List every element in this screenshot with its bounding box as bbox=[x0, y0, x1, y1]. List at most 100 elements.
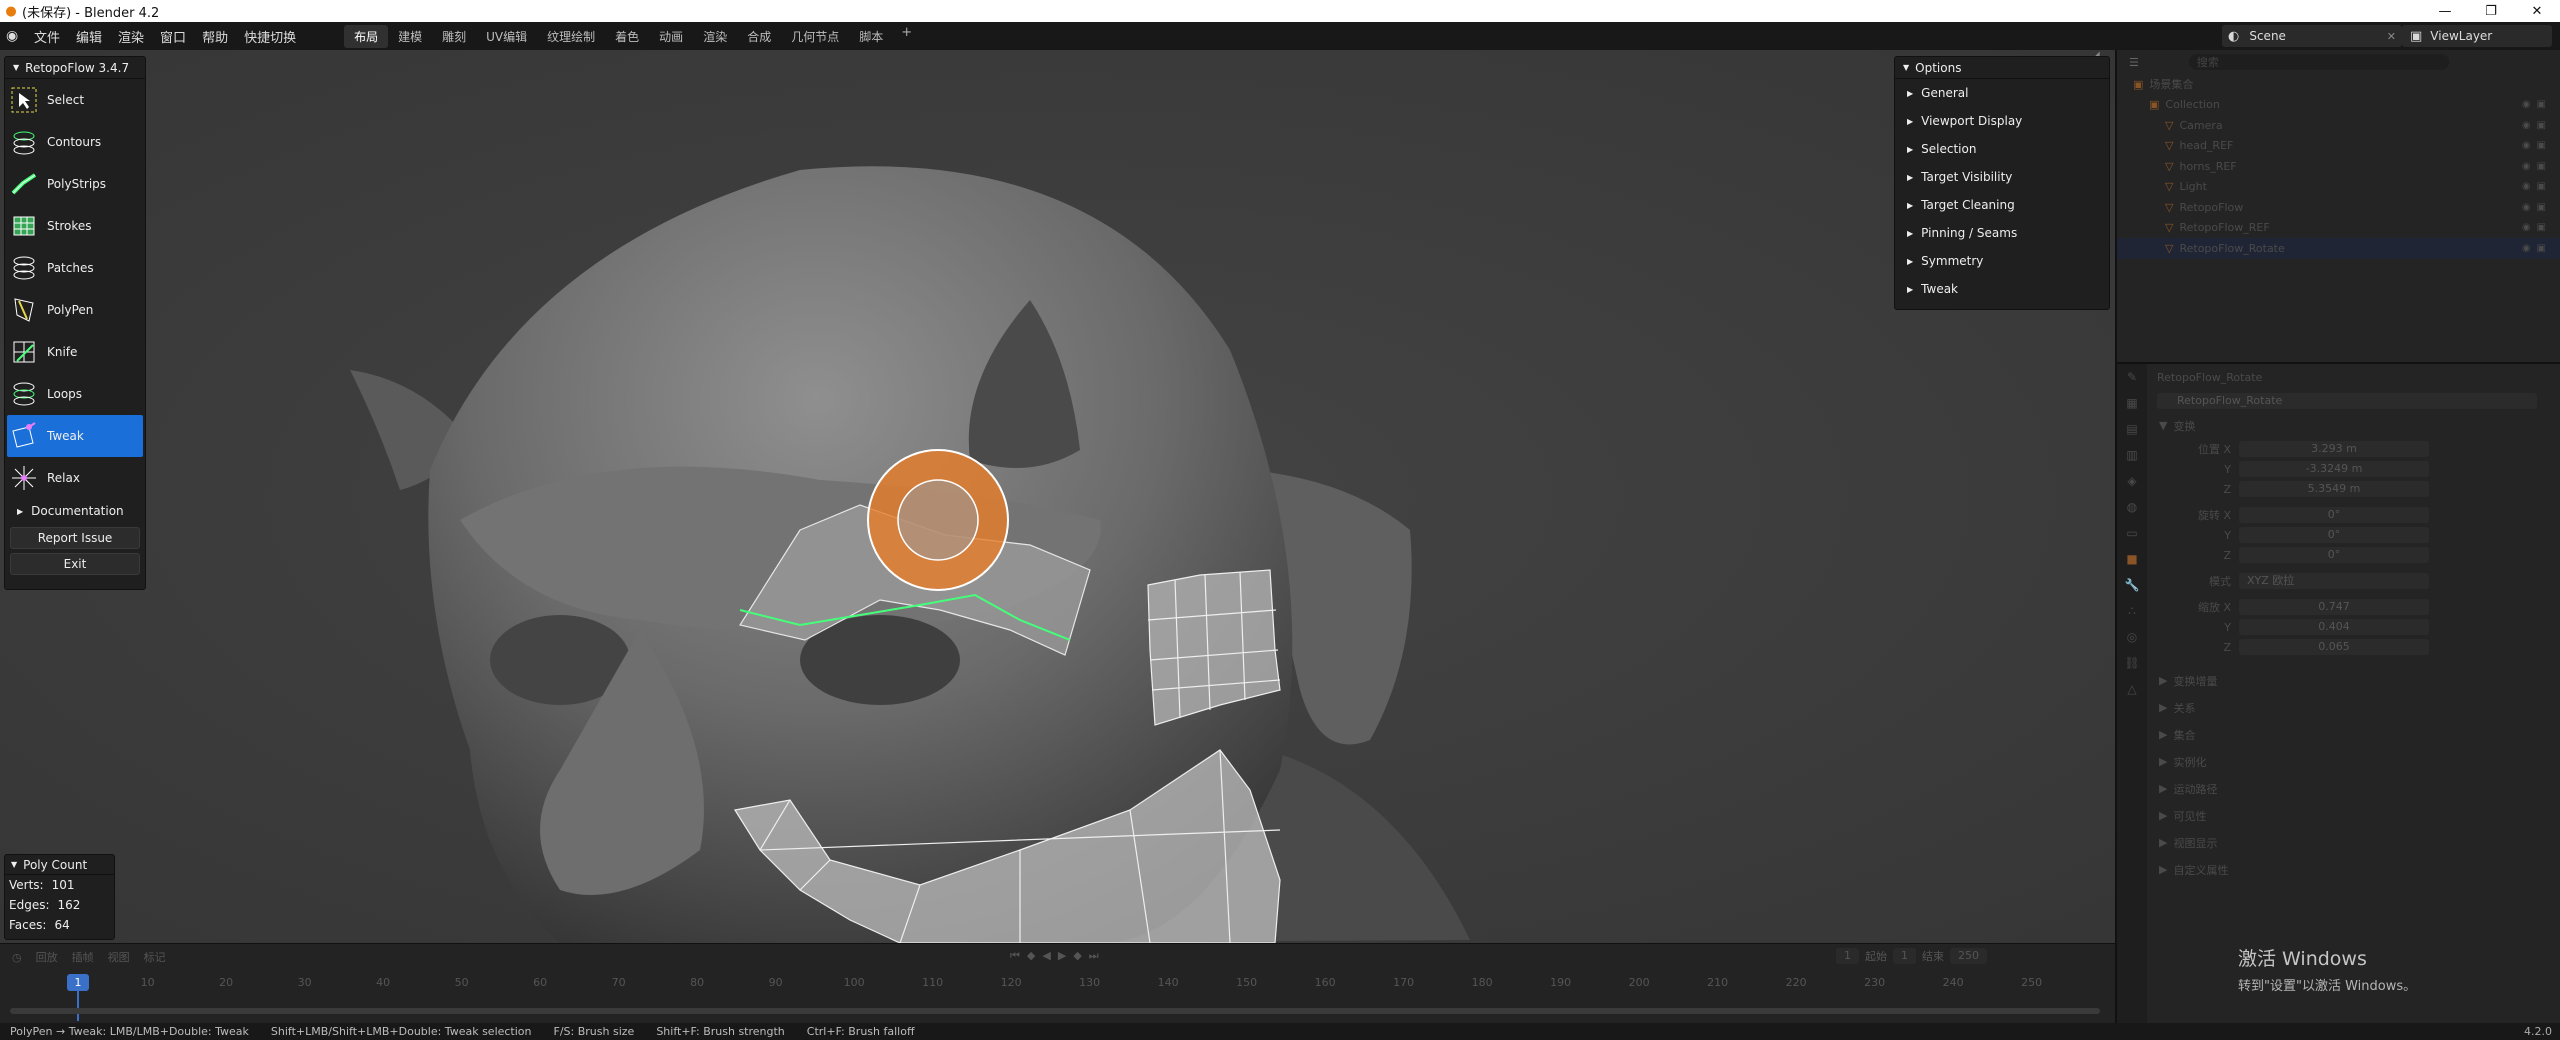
tab-scripting[interactable]: 脚本 bbox=[849, 25, 893, 48]
documentation-toggle[interactable]: ▶ Documentation bbox=[5, 499, 145, 523]
visibility-toggle-icon[interactable]: ◉▣ bbox=[2522, 181, 2552, 192]
constraints-tab-icon[interactable]: ⛓ bbox=[2117, 650, 2147, 676]
rotation-z-field[interactable]: 0° bbox=[2239, 547, 2429, 563]
modifier-tab-icon[interactable]: 🔧 bbox=[2117, 572, 2147, 598]
timeline-menu-playback[interactable]: 回放 bbox=[36, 949, 58, 965]
visibility-toggle-icon[interactable]: ◉▣ bbox=[2522, 161, 2552, 172]
option-general[interactable]: ▶ General bbox=[1895, 79, 2109, 107]
render-tab-icon[interactable]: ▦ bbox=[2117, 390, 2147, 416]
tool-relax[interactable]: Relax bbox=[5, 457, 145, 499]
end-frame-field[interactable]: 250 bbox=[1950, 948, 1987, 964]
tab-shading[interactable]: 着色 bbox=[605, 25, 649, 48]
outliner-editor-icon[interactable]: ☰ bbox=[2129, 56, 2139, 69]
menu-edit[interactable]: 编辑 bbox=[68, 27, 110, 46]
maximize-button[interactable]: ❐ bbox=[2468, 4, 2514, 19]
properties-section[interactable]: ▶ 关系 bbox=[2149, 694, 2560, 721]
rotation-y-field[interactable]: 0° bbox=[2239, 527, 2429, 543]
tool-patches[interactable]: Patches bbox=[5, 247, 145, 289]
scale-z-field[interactable]: 0.065 bbox=[2239, 639, 2429, 655]
add-workspace-icon[interactable]: + bbox=[893, 25, 920, 48]
object-name-field[interactable]: RetopoFlow_Rotate bbox=[2157, 393, 2537, 409]
minimize-button[interactable]: — bbox=[2422, 4, 2468, 19]
output-tab-icon[interactable]: ▤ bbox=[2117, 416, 2147, 442]
timeline-menu-keying[interactable]: 插帧 bbox=[72, 949, 94, 965]
timeline-menu-marker[interactable]: 标记 bbox=[144, 949, 166, 965]
properties-section[interactable]: ▶ 实例化 bbox=[2149, 748, 2560, 775]
menu-render[interactable]: 渲染 bbox=[110, 27, 152, 46]
collection-tab-icon[interactable]: ▭ bbox=[2117, 520, 2147, 546]
location-x-field[interactable]: 3.293 m bbox=[2239, 441, 2429, 457]
options-header[interactable]: ▼ Options bbox=[1895, 57, 2109, 79]
tab-layout[interactable]: 布局 bbox=[344, 24, 389, 48]
outliner-row[interactable]: ▽ head_REF ◉▣ bbox=[2117, 136, 2560, 157]
tool-loops[interactable]: Loops bbox=[5, 373, 145, 415]
tab-modeling[interactable]: 建模 bbox=[388, 25, 432, 48]
poly-count-header[interactable]: ▼ Poly Count bbox=[5, 855, 114, 875]
particles-tab-icon[interactable]: ∴ bbox=[2117, 598, 2147, 624]
outliner-row[interactable]: ▽ Light ◉▣ bbox=[2117, 177, 2560, 198]
timeline-scrollbar[interactable] bbox=[10, 1008, 2100, 1014]
play-reverse-icon[interactable]: ◀ bbox=[1042, 949, 1050, 963]
option-selection[interactable]: ▶ Selection bbox=[1895, 135, 2109, 163]
jump-start-icon[interactable]: ⏮ bbox=[1010, 949, 1020, 963]
tab-animation[interactable]: 动画 bbox=[649, 25, 693, 48]
location-y-field[interactable]: -3.3249 m bbox=[2239, 461, 2429, 477]
tool-select[interactable]: Select bbox=[5, 79, 145, 121]
current-frame-field[interactable]: 1 bbox=[1836, 948, 1859, 964]
outliner-row[interactable]: ▽ horns_REF ◉▣ bbox=[2117, 156, 2560, 177]
option-viewport-display[interactable]: ▶ Viewport Display bbox=[1895, 107, 2109, 135]
properties-section[interactable]: ▶ 视图显示 bbox=[2149, 829, 2560, 856]
visibility-toggle-icon[interactable]: ◉▣ bbox=[2522, 140, 2552, 151]
current-frame-indicator[interactable]: 1 bbox=[67, 974, 89, 991]
visibility-toggle-icon[interactable]: ◉▣ bbox=[2522, 243, 2552, 254]
visibility-toggle-icon[interactable]: ◉▣ bbox=[2522, 222, 2552, 233]
outliner-row[interactable]: ▽ RetopoFlow_REF ◉▣ bbox=[2117, 218, 2560, 239]
visibility-toggle-icon[interactable]: ◉▣ bbox=[2522, 120, 2552, 131]
location-z-field[interactable]: 5.3549 m bbox=[2239, 481, 2429, 497]
tool-knife[interactable]: Knife bbox=[5, 331, 145, 373]
pin-icon[interactable]: ✕ bbox=[2387, 30, 2396, 43]
data-tab-icon[interactable]: △ bbox=[2117, 676, 2147, 702]
frame-ruler[interactable]: 10 20 30 40 50 60 70 80 90 100 110 120 130 140 150 160 1… bbox=[0, 974, 2115, 992]
option-symmetry[interactable]: ▶ Symmetry bbox=[1895, 247, 2109, 275]
tool-polystrips[interactable]: PolyStrips bbox=[5, 163, 145, 205]
blender-menu-icon[interactable]: ◉ bbox=[6, 28, 26, 44]
tool-polypen[interactable]: PolyPen bbox=[5, 289, 145, 331]
tab-texture-paint[interactable]: 纹理绘制 bbox=[537, 25, 605, 48]
outliner-search-input[interactable]: 搜索 bbox=[2188, 54, 2449, 70]
prev-keyframe-icon[interactable]: ◆ bbox=[1027, 949, 1035, 963]
start-frame-field[interactable]: 1 bbox=[1893, 948, 1916, 964]
exit-button[interactable]: Exit bbox=[10, 553, 140, 575]
tool-contours[interactable]: Contours bbox=[5, 121, 145, 163]
properties-section[interactable]: ▶ 自定义属性 bbox=[2149, 856, 2560, 883]
outliner-row[interactable]: ▽ RetopoFlow_Rotate ◉▣ bbox=[2117, 238, 2560, 259]
tool-strokes[interactable]: Strokes bbox=[5, 205, 145, 247]
physics-tab-icon[interactable]: ◎ bbox=[2117, 624, 2147, 650]
option-target-cleaning[interactable]: ▶ Target Cleaning bbox=[1895, 191, 2109, 219]
visibility-toggle-icon[interactable]: ◉▣ bbox=[2522, 99, 2552, 110]
menu-help[interactable]: 帮助 bbox=[194, 27, 236, 46]
menu-file[interactable]: 文件 bbox=[26, 27, 68, 46]
timeline-menu-view[interactable]: 视图 bbox=[108, 949, 130, 965]
tab-uv-editing[interactable]: UV编辑 bbox=[476, 25, 537, 48]
rotation-x-field[interactable]: 0° bbox=[2239, 507, 2429, 523]
scale-y-field[interactable]: 0.404 bbox=[2239, 619, 2429, 635]
report-issue-button[interactable]: Report Issue bbox=[10, 527, 140, 549]
tool-tweak[interactable]: Tweak bbox=[7, 415, 143, 457]
menu-window[interactable]: 窗口 bbox=[152, 27, 194, 46]
option-target-visibility[interactable]: ▶ Target Visibility bbox=[1895, 163, 2109, 191]
tab-sculpting[interactable]: 雕刻 bbox=[432, 25, 476, 48]
properties-section[interactable]: ▶ 变换增量 bbox=[2149, 667, 2560, 694]
option-tweak[interactable]: ▶ Tweak bbox=[1895, 275, 2109, 303]
object-tab-icon[interactable]: ■ bbox=[2117, 546, 2147, 572]
view-layer-tab-icon[interactable]: ▥ bbox=[2117, 442, 2147, 468]
visibility-toggle-icon[interactable]: ◉▣ bbox=[2522, 202, 2552, 213]
play-icon[interactable]: ▶ bbox=[1058, 949, 1066, 963]
timeline-editor-icon[interactable]: ◷ bbox=[12, 951, 22, 964]
close-button[interactable]: ✕ bbox=[2514, 4, 2560, 19]
outliner-row[interactable]: ▽ Camera ◉▣ bbox=[2117, 115, 2560, 136]
3d-viewport[interactable] bbox=[0, 50, 2115, 943]
transform-section[interactable]: ▼ 变换 bbox=[2149, 412, 2560, 439]
retopoflow-header[interactable]: ▼ RetopoFlow 3.4.7 bbox=[5, 57, 145, 79]
scene-tab-icon[interactable]: ◈ bbox=[2117, 468, 2147, 494]
